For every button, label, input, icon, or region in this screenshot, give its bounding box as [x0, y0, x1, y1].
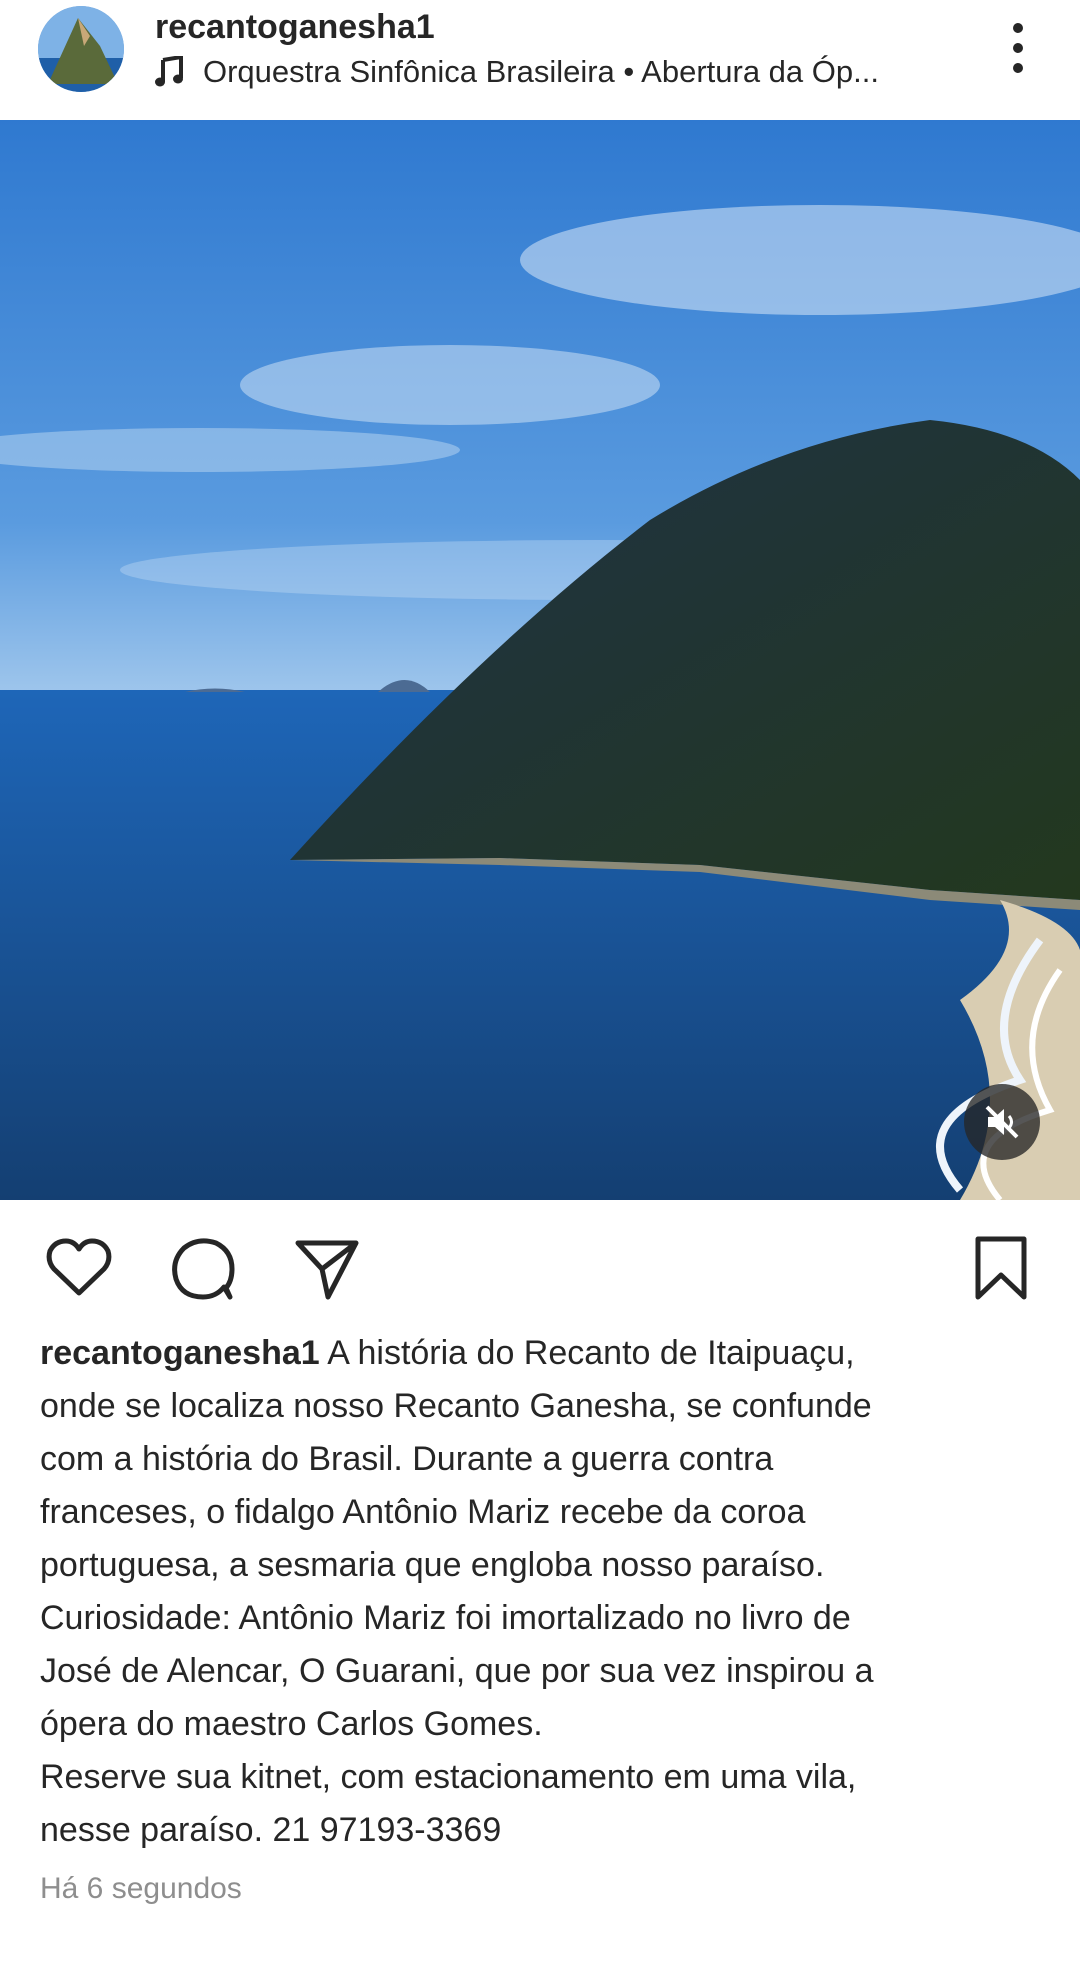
post-timestamp: Há 6 segundos	[40, 1872, 242, 1905]
post-actions	[0, 1225, 1080, 1305]
avatar[interactable]	[38, 6, 124, 92]
post-caption: recantoganesha1 A história do Recanto de…	[40, 1327, 1050, 1857]
caption-username[interactable]: recantoganesha1	[40, 1334, 320, 1372]
audio-row[interactable]: Orquestra Sinfônica Brasileira • Abertur…	[155, 52, 879, 92]
mute-button[interactable]	[964, 1084, 1040, 1160]
heart-icon[interactable]	[44, 1233, 114, 1303]
caption-text: A história do Recanto de Itaipuaçu, onde…	[40, 1334, 874, 1849]
post-media[interactable]	[0, 120, 1080, 1200]
comment-icon[interactable]	[168, 1233, 238, 1303]
music-note-icon	[155, 56, 183, 87]
speaker-muted-icon	[985, 1105, 1019, 1139]
bookmark-icon[interactable]	[966, 1233, 1036, 1303]
send-icon[interactable]	[292, 1233, 362, 1303]
more-vertical-icon[interactable]	[996, 20, 1040, 76]
post-username[interactable]: recantoganesha1	[155, 8, 435, 47]
audio-track-label: Orquestra Sinfônica Brasileira • Abertur…	[203, 54, 879, 89]
post-header: recantoganesha1 Orquestra Sinfônica Bras…	[0, 0, 1080, 120]
